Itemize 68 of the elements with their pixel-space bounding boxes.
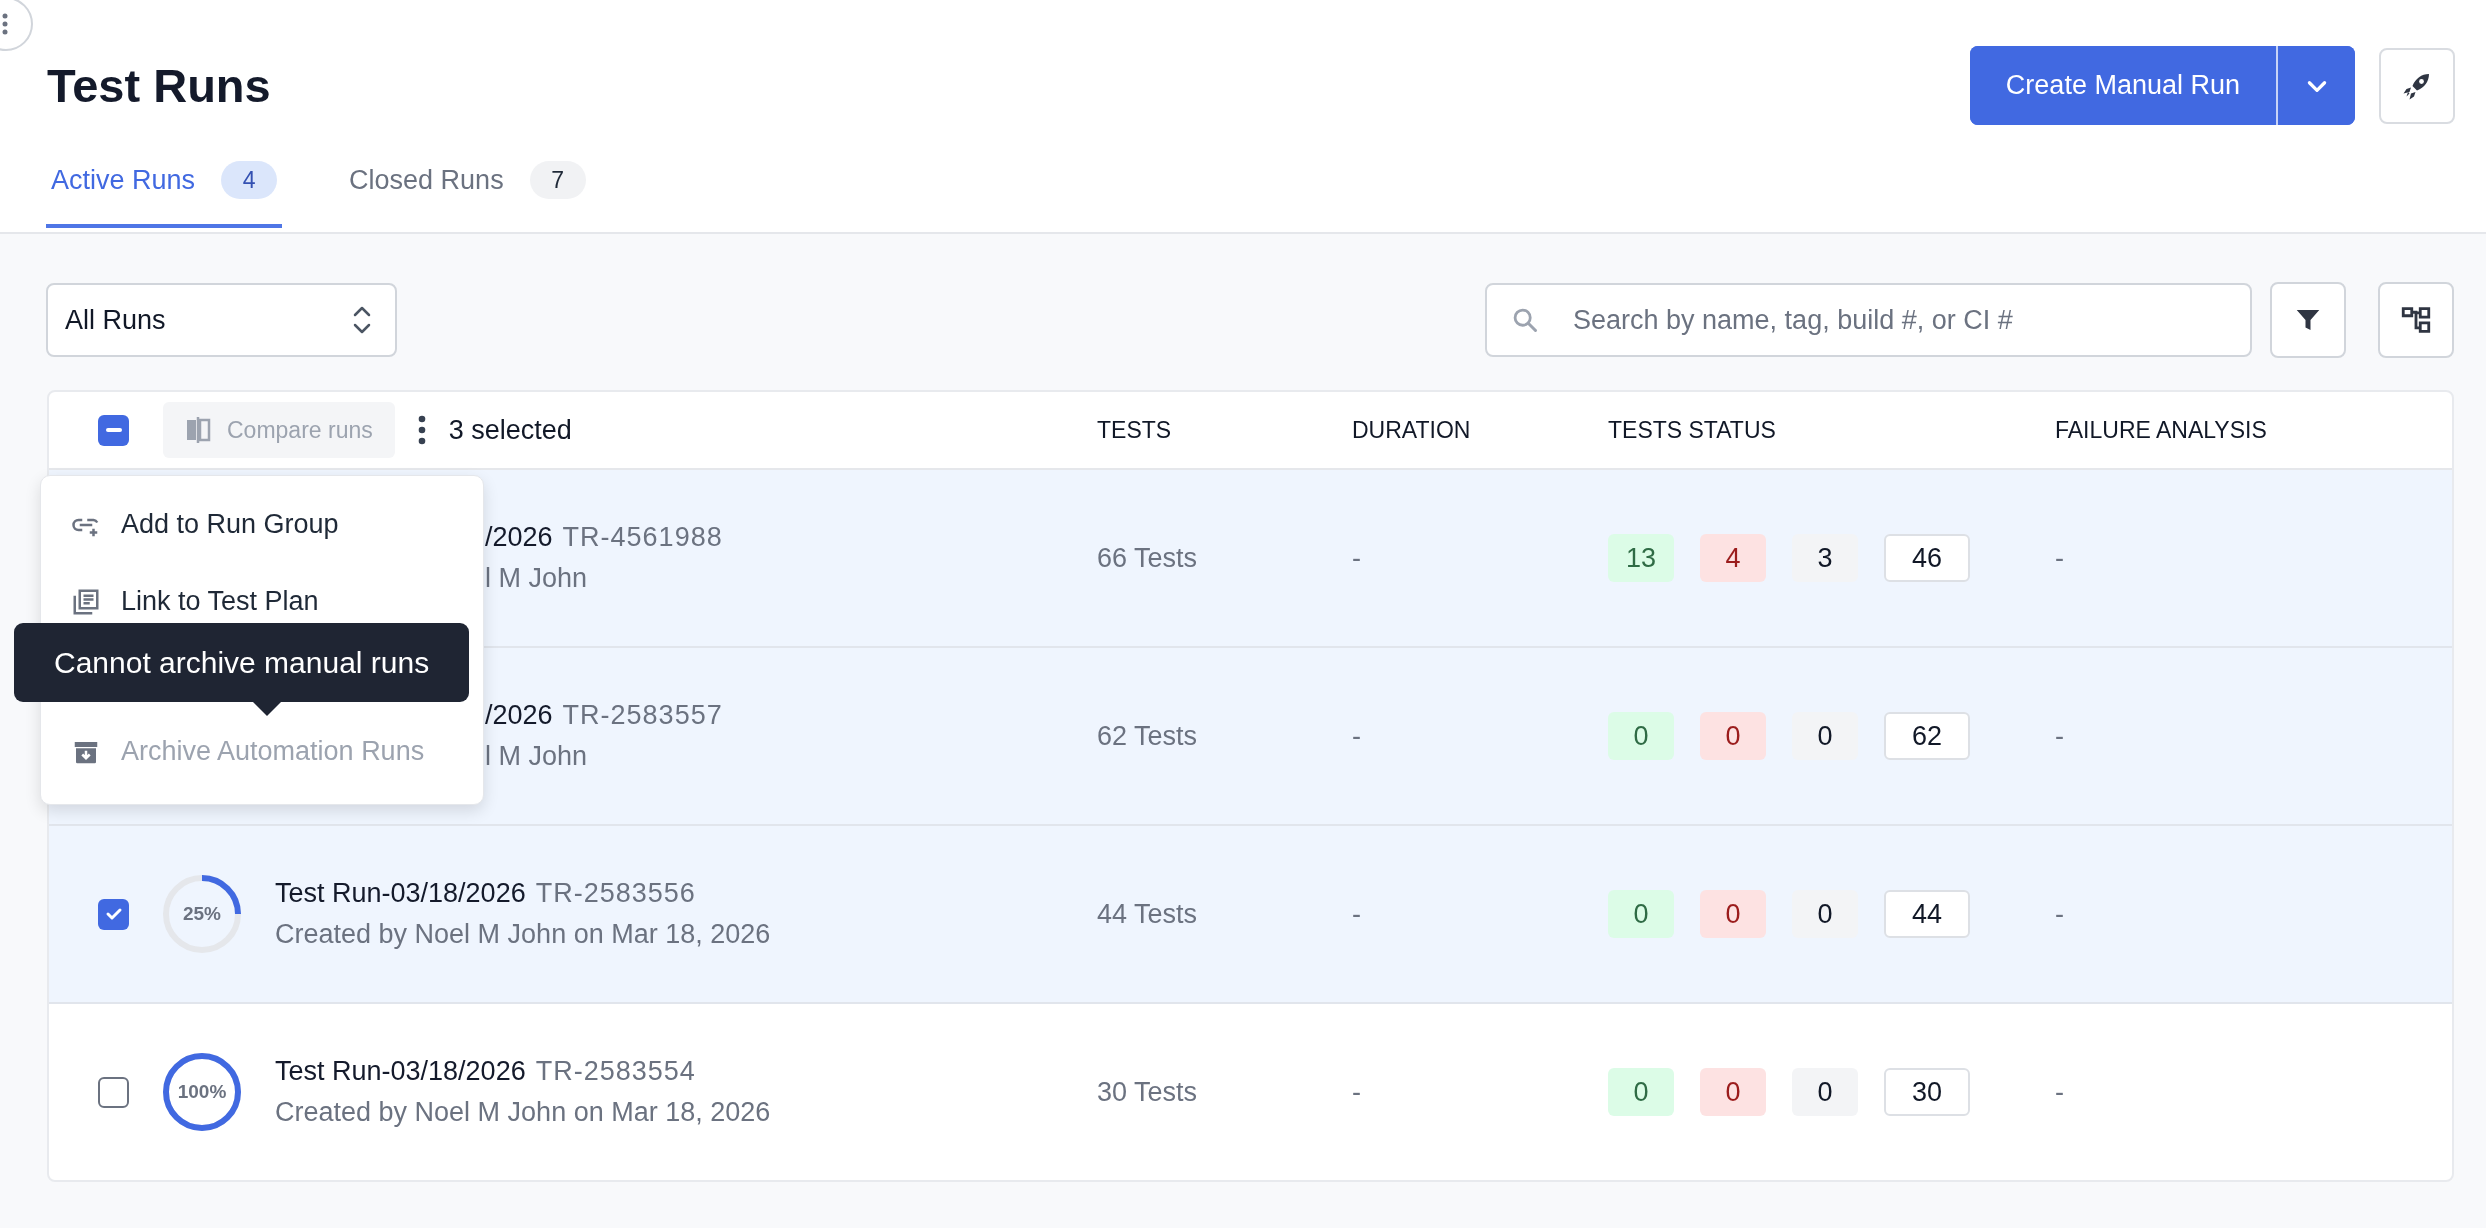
- tab-label: Active Runs: [51, 164, 196, 196]
- failure-analysis-cell: -: [2055, 720, 2064, 751]
- total-count: 44: [1884, 890, 1970, 938]
- total-count: 62: [1884, 712, 1970, 760]
- failure-analysis-cell: -: [2055, 542, 2064, 573]
- run-id: TR-4561988: [562, 522, 723, 553]
- checkbox[interactable]: [98, 898, 129, 930]
- run-creator: Created by Noel M John on Mar 18, 2026: [275, 1097, 772, 1128]
- passed-count: 0: [1608, 890, 1674, 938]
- tests-count: 44 Tests: [1097, 898, 1198, 929]
- search-icon: [1511, 306, 1539, 334]
- page-title: Test Runs: [47, 58, 271, 113]
- run-id: TR-2583556: [535, 878, 696, 909]
- count-badge: 4: [221, 161, 278, 199]
- progress-percent: 100%: [177, 1081, 227, 1103]
- search-field[interactable]: Search by name, tag, build #, or CI #: [1485, 283, 2252, 357]
- duration-cell: -: [1352, 720, 1361, 751]
- tooltip-pointer-icon: [253, 702, 281, 716]
- run-title[interactable]: /2026: [485, 522, 553, 553]
- failed-count: 0: [1700, 890, 1766, 938]
- run-title[interactable]: Test Run-03/18/2026: [275, 1056, 526, 1087]
- failed-count: 4: [1700, 534, 1767, 582]
- compare-icon: [185, 415, 211, 445]
- tab[interactable]: Active Runs 4: [46, 136, 283, 228]
- checkbox[interactable]: [98, 1076, 129, 1108]
- skipped-count: 0: [1792, 1068, 1858, 1116]
- tab[interactable]: Closed Runs 7: [344, 136, 591, 228]
- column-header: TESTS STATUS: [1608, 416, 1776, 443]
- run-id: TR-2583557: [562, 700, 723, 731]
- filter-button[interactable]: [2270, 282, 2346, 358]
- tab-label: Closed Runs: [349, 164, 504, 196]
- passed-count: 13: [1608, 534, 1675, 582]
- run-creator: l M John: [485, 741, 589, 772]
- tests-count: 30 Tests: [1097, 1076, 1198, 1107]
- more-icon[interactable]: [416, 414, 427, 446]
- progress-percent: 25%: [183, 903, 221, 925]
- passed-count: 0: [1608, 712, 1674, 760]
- layout-button[interactable]: [2378, 282, 2454, 358]
- total-count: 46: [1884, 534, 1971, 582]
- failed-count: 0: [1700, 712, 1766, 760]
- skipped-count: 3: [1792, 534, 1859, 582]
- failure-analysis-cell: -: [2055, 1076, 2064, 1107]
- failed-count: 0: [1700, 1068, 1766, 1116]
- skipped-count: 0: [1792, 890, 1858, 938]
- run-title[interactable]: /2026: [485, 700, 553, 731]
- duration-cell: -: [1352, 542, 1361, 573]
- tests-count: 62 Tests: [1097, 720, 1198, 751]
- run-filter-select[interactable]: All Runs: [46, 283, 397, 357]
- column-header: TESTS: [1097, 416, 1172, 443]
- tests-count: 66 Tests: [1097, 542, 1198, 573]
- selected-count: 3 selected: [448, 414, 572, 446]
- run-creator: l M John: [485, 563, 589, 594]
- rocket-button[interactable]: [2379, 47, 2455, 124]
- run-creator: Created by Noel M John on Mar 18, 2026: [275, 919, 772, 950]
- dropdown-button[interactable]: [2276, 46, 2355, 125]
- passed-count: 0: [1608, 1068, 1674, 1116]
- count-badge: 7: [529, 161, 586, 199]
- duration-cell: -: [1352, 898, 1361, 929]
- checkbox[interactable]: [98, 414, 129, 446]
- failure-analysis-cell: -: [2055, 898, 2064, 929]
- column-header: FAILURE ANALYSIS: [2055, 416, 2267, 443]
- run-id: TR-2583554: [535, 1056, 696, 1087]
- skipped-count: 0: [1792, 712, 1858, 760]
- run-title[interactable]: Test Run-03/18/2026: [275, 878, 526, 909]
- total-count: 30: [1884, 1068, 1970, 1116]
- tooltip: Cannot archive manual runs: [14, 623, 470, 702]
- duration-cell: -: [1352, 1076, 1361, 1107]
- column-header: DURATION: [1352, 416, 1471, 443]
